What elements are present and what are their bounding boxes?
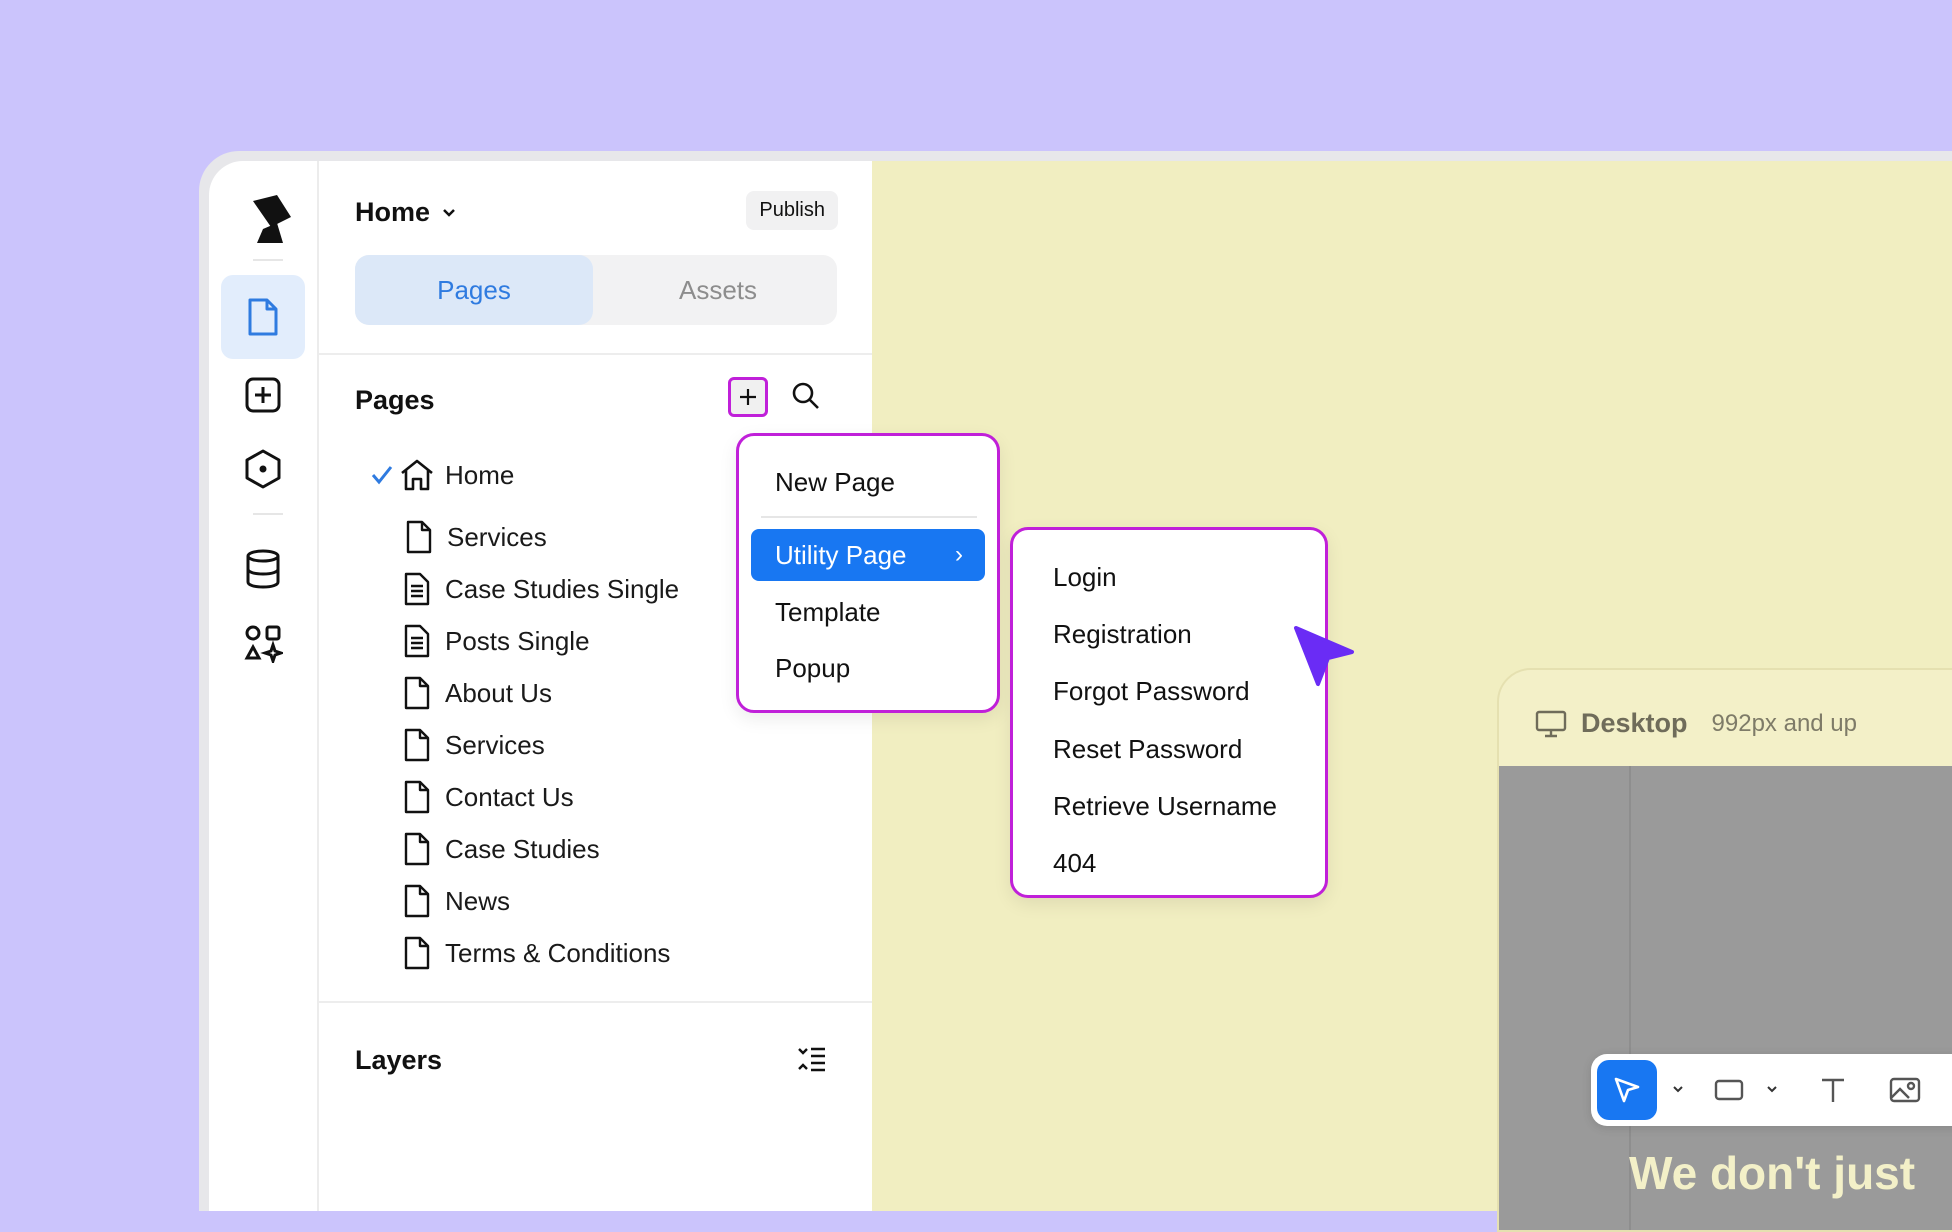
device-name: Desktop (1581, 708, 1688, 738)
file-icon (399, 675, 435, 711)
submenu-item-reset-password[interactable]: Reset Password (1053, 734, 1242, 765)
page-label: Contact Us (445, 781, 574, 812)
menu-item-template[interactable]: Template (751, 586, 985, 638)
logo-icon (247, 193, 295, 245)
panel-tabs: Pages Assets (355, 255, 837, 325)
file-icon (399, 727, 435, 763)
rail-pages-button[interactable] (221, 275, 305, 359)
page-label: Services (447, 521, 547, 552)
submenu-item-retrieve-username[interactable]: Retrieve Username (1053, 791, 1277, 822)
current-page-selector[interactable]: Home (355, 197, 456, 228)
file-icon (399, 779, 435, 815)
menu-item-new-page[interactable]: New Page (751, 456, 985, 508)
submenu-item-registration[interactable]: Registration (1053, 619, 1192, 650)
publish-button[interactable]: Publish (746, 191, 838, 230)
rail-components-button[interactable] (221, 427, 305, 511)
search-pages-button[interactable] (791, 381, 825, 415)
add-page-button[interactable] (728, 377, 768, 417)
device-range: 992px and up (1711, 709, 1857, 737)
file-icon (401, 519, 437, 555)
menu-separator (761, 516, 977, 518)
rail-apps-button[interactable] (221, 601, 305, 685)
chevron-down-icon[interactable] (1765, 1082, 1779, 1096)
rail-separator (253, 259, 283, 261)
hero-heading: We don't just (1629, 1147, 1916, 1199)
page-item-news[interactable]: News (399, 881, 510, 921)
page-label: Home (445, 459, 515, 490)
file-text-icon (399, 571, 435, 607)
add-square-icon (245, 377, 281, 413)
rail-add-button[interactable] (221, 353, 305, 437)
menu-item-popup[interactable]: Popup (751, 642, 985, 694)
page-label: About Us (445, 677, 552, 708)
utility-page-submenu: Login Registration Forgot Password Reset… (1010, 527, 1328, 898)
list-collapse-icon (798, 1047, 825, 1072)
device-frame[interactable]: Desktop 992px and up We don't just (1497, 668, 1952, 1232)
image-icon (1889, 1077, 1921, 1103)
page-item-home[interactable]: Home (369, 455, 514, 495)
hexagon-icon (245, 449, 281, 489)
checkmark-icon (369, 465, 395, 485)
icon-rail (209, 161, 319, 1211)
monitor-icon (1535, 710, 1567, 737)
submenu-item-login[interactable]: Login (1053, 562, 1117, 593)
rectangle-tool-button[interactable] (1707, 1068, 1751, 1112)
submenu-item-404[interactable]: 404 (1053, 848, 1096, 879)
page-item-about-us[interactable]: About Us (399, 673, 552, 713)
page-item-posts-single[interactable]: Posts Single (399, 621, 590, 661)
canvas-toolbar (1591, 1054, 1952, 1126)
page-label: Case Studies (445, 833, 600, 864)
add-page-menu: New Page Utility Page › Template Popup (736, 433, 1000, 713)
file-icon (399, 831, 435, 867)
select-tool-button[interactable] (1597, 1060, 1657, 1120)
device-preview[interactable]: We don't just (1499, 766, 1952, 1230)
page-item-terms-conditions[interactable]: Terms & Conditions (399, 933, 670, 973)
image-tool-button[interactable] (1883, 1068, 1927, 1112)
submenu-item-forgot-password[interactable]: Forgot Password (1053, 676, 1250, 707)
menu-item-label: Utility Page (775, 539, 907, 570)
pointer-icon (1614, 1077, 1640, 1103)
page-item-case-studies[interactable]: Case Studies (399, 829, 600, 869)
text-icon (1822, 1078, 1844, 1102)
home-icon (399, 457, 435, 493)
tab-assets[interactable]: Assets (599, 255, 837, 325)
file-text-icon (399, 623, 435, 659)
page-item-contact-us[interactable]: Contact Us (399, 777, 574, 817)
page-label: Terms & Conditions (445, 937, 671, 968)
file-icon (399, 935, 435, 971)
page-label: News (445, 885, 511, 916)
pages-section-title: Pages (355, 385, 435, 415)
chevron-right-icon: › (955, 541, 963, 568)
layers-collapse-button[interactable] (797, 1045, 827, 1078)
page-item-case-studies-single[interactable]: Case Studies Single (399, 569, 679, 609)
apps-icon (244, 625, 283, 663)
divider (319, 1001, 872, 1003)
file-icon (399, 883, 435, 919)
text-tool-button[interactable] (1811, 1068, 1855, 1112)
chevron-down-icon[interactable] (1671, 1082, 1685, 1096)
page-label: Case Studies Single (445, 573, 680, 604)
rail-cms-button[interactable] (221, 527, 305, 611)
search-icon (792, 382, 819, 409)
menu-item-utility-page[interactable]: Utility Page › (751, 529, 985, 581)
database-icon (246, 549, 280, 589)
page-label: Posts Single (445, 625, 590, 656)
page-item-services-2[interactable]: Services (399, 725, 545, 765)
page-label: Services (445, 729, 545, 760)
plus-icon (740, 389, 756, 405)
page-item-services[interactable]: Services (401, 517, 547, 557)
layers-section-title: Layers (355, 1045, 443, 1075)
current-page-name: Home (355, 197, 431, 227)
rail-separator (253, 513, 283, 515)
cursor-icon (1292, 624, 1356, 690)
rectangle-icon (1714, 1079, 1744, 1101)
page-icon (248, 298, 278, 336)
chevron-down-icon (443, 208, 455, 217)
divider (319, 353, 872, 355)
tab-pages[interactable]: Pages (355, 255, 593, 325)
